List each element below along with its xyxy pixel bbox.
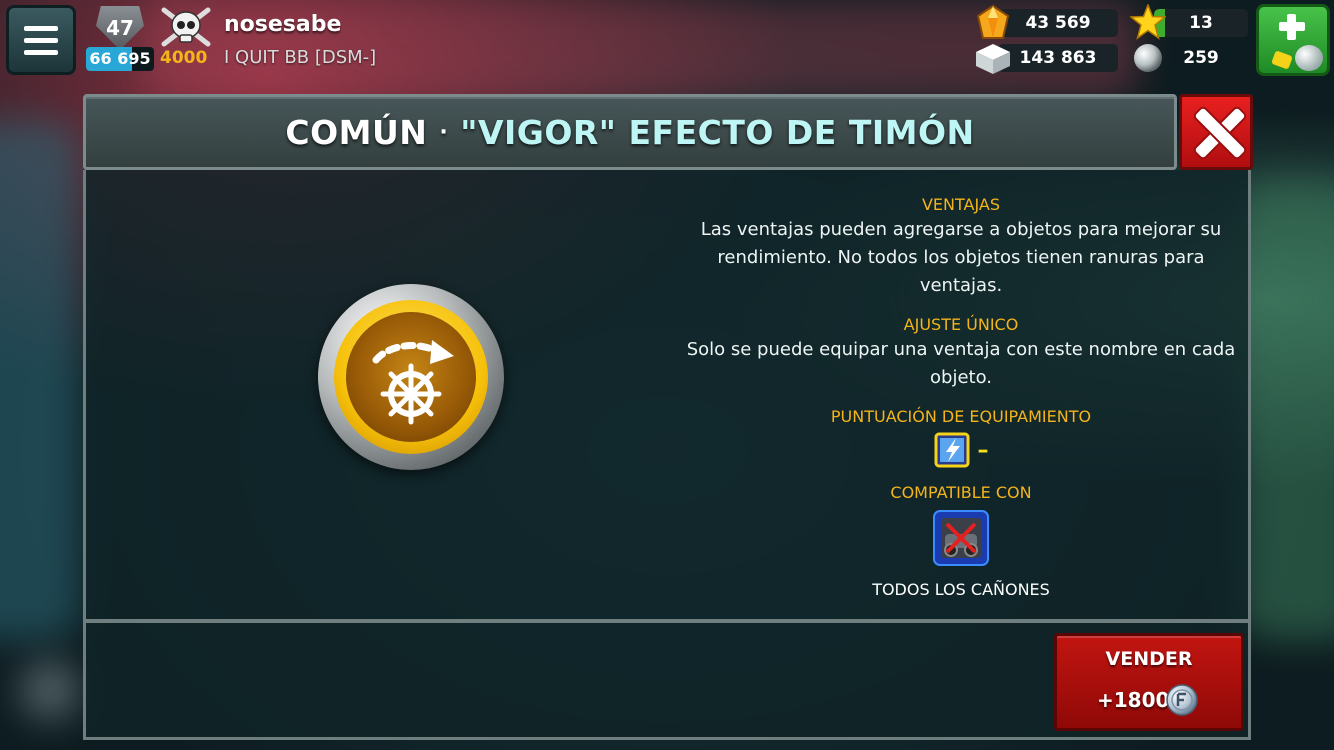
pearl-icon <box>1295 45 1323 71</box>
background-blur <box>20 660 80 720</box>
hamburger-icon <box>24 49 58 55</box>
compatible-item: TODOS LOS CAÑONES <box>872 580 1050 599</box>
cube-icon <box>976 44 1010 74</box>
unique-fit-section: AJUSTE ÚNICO Solo se puede equipar una v… <box>686 314 1236 392</box>
pearls-counter: 259 <box>1154 44 1248 72</box>
perks-section: VENTAJAS Las ventajas pueden agregarse a… <box>686 194 1236 300</box>
perks-label: VENTAJAS <box>921 195 1001 214</box>
menu-button[interactable] <box>6 5 76 75</box>
cubes-counter: 143 863 <box>998 44 1118 72</box>
level-xp-bar: 66 695 <box>86 47 154 71</box>
sell-button[interactable]: VENDER +1800 <box>1054 633 1244 731</box>
sell-label: VENDER <box>1105 648 1193 670</box>
perk-details-dialog: COMÚN · "VIGOR" EFECTO DE TIMÓN VENTAJAS… <box>83 94 1253 740</box>
score-label: PUNTUACIÓN DE EQUIPAMIENTO <box>830 407 1092 426</box>
level-value: 47 <box>106 16 134 40</box>
score-value: – <box>977 437 989 463</box>
title-separator: · <box>439 119 449 145</box>
stars-value: 13 <box>1189 13 1213 33</box>
helm-wheel-perk-icon <box>318 284 504 470</box>
dialog-footer: VENDER +1800 <box>83 620 1251 740</box>
plus-icon <box>1287 14 1296 40</box>
rarity-label: COMÚN <box>285 112 428 152</box>
unique-fit-label: AJUSTE ÚNICO <box>903 315 1019 334</box>
stars-counter: 13 <box>1154 9 1248 37</box>
unique-fit-description: Solo se puede equipar una ventaja con es… <box>686 339 1236 388</box>
lightning-score-icon <box>934 432 969 468</box>
cubes-value: 143 863 <box>1019 48 1097 68</box>
perks-description: Las ventajas pueden agregarse a objetos … <box>700 219 1222 296</box>
skull-icon <box>161 7 211 47</box>
add-currency-button[interactable] <box>1256 4 1330 76</box>
skull-value: 4000 <box>160 48 208 68</box>
gem-icon <box>976 4 1010 39</box>
compatible-section: COMPATIBLE CON TODOS LOS CAÑONES <box>686 482 1236 599</box>
item-name: "VIGOR" EFECTO DE TIMÓN <box>460 112 975 152</box>
dialog-body: VENTAJAS Las ventajas pueden agregarse a… <box>83 170 1251 622</box>
gems-value: 43 569 <box>1025 13 1091 33</box>
coin-icon <box>1166 684 1198 716</box>
crew-name[interactable]: I QUIT BB [DSM-] <box>224 47 376 68</box>
star-icon <box>1130 4 1166 40</box>
gem-icon <box>1271 50 1293 70</box>
gems-counter: 43 569 <box>998 9 1118 37</box>
sell-value: +1800 <box>1097 688 1170 712</box>
level-shield-icon[interactable]: 47 <box>96 6 144 50</box>
pearls-value: 259 <box>1183 48 1219 68</box>
player-name[interactable]: nosesabe <box>224 12 341 37</box>
close-button[interactable] <box>1179 94 1253 170</box>
hamburger-icon <box>24 25 58 31</box>
compatible-label: COMPATIBLE CON <box>890 483 1032 502</box>
pearl-icon <box>1134 44 1162 72</box>
background-blur <box>1240 180 1334 640</box>
score-section: PUNTUACIÓN DE EQUIPAMIENTO – <box>686 406 1236 468</box>
level-xp-value: 66 695 <box>89 49 151 68</box>
background-blur <box>0 120 80 640</box>
dialog-title: COMÚN · "VIGOR" EFECTO DE TIMÓN <box>83 94 1177 170</box>
hamburger-icon <box>24 37 58 43</box>
cannon-icon <box>933 510 989 566</box>
